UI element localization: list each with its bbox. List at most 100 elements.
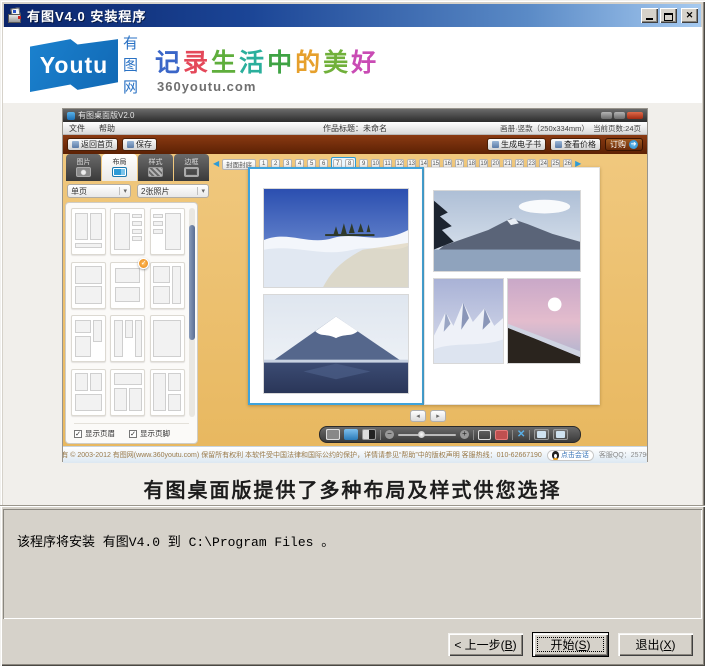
- logo-vertical-char: 网: [123, 77, 138, 98]
- slogan-char: 好: [351, 49, 379, 77]
- photo-snow-peaks: [433, 278, 504, 364]
- photo-moon-dusk: [507, 278, 581, 364]
- maximize-icon: [664, 13, 673, 21]
- save-button: 保存: [122, 138, 157, 151]
- app-close-icon: [627, 112, 643, 119]
- split-view-icon: [362, 429, 376, 440]
- zoom-slider: [398, 434, 456, 436]
- price-icon: [555, 141, 562, 148]
- scrollbar-thumb: [189, 225, 195, 340]
- divider: [0, 505, 705, 507]
- panel-scrollbar: [189, 208, 195, 417]
- slogan-char: 的: [295, 49, 323, 77]
- logo-vertical-char: 有: [123, 33, 138, 54]
- exit-button[interactable]: 退出(X): [618, 633, 693, 656]
- home-button: 返回首页: [67, 138, 118, 151]
- tab-border: 边框: [174, 154, 209, 181]
- layout-thumb: [110, 208, 145, 255]
- start-button[interactable]: 开始(S): [533, 633, 608, 656]
- editor-canvas: 图片 布局 样式 边框 ◀ 封面封底 123456789101112131415…: [63, 154, 647, 446]
- layout-thumb: [150, 369, 185, 416]
- tab-pictures: 图片: [66, 154, 101, 181]
- youtu-logo: Youtu: [30, 38, 118, 92]
- book-spread: [248, 167, 600, 405]
- grid-view-icon: [326, 429, 340, 440]
- setup-icon: [7, 8, 23, 24]
- app-window-title: 有图桌面版V2.0: [78, 110, 134, 121]
- content-area: Youtu 有图网 记录生活中的美好 360youtu.com 有图桌面版V2.…: [3, 27, 702, 505]
- image-view-icon: [344, 429, 358, 440]
- slogan-char: 中: [267, 49, 295, 77]
- prev-spread-icon: ◂: [410, 410, 426, 422]
- zoom-slider-handle: [418, 431, 425, 438]
- page-outline-icon: [478, 430, 491, 440]
- tab-layout: 布局: [102, 154, 137, 181]
- ebook-icon: [492, 141, 499, 148]
- layout-thumb: [110, 369, 145, 416]
- border-icon: [184, 167, 199, 177]
- minimize-icon: [646, 18, 653, 20]
- caret-down-icon: ▾: [197, 187, 205, 195]
- view-toolbar: − + ✕: [319, 426, 581, 443]
- order-button: 订购➜: [605, 138, 643, 151]
- checkbox-icon: ✓: [74, 430, 82, 438]
- layout-thumb: [71, 315, 106, 362]
- show-header-checkbox: ✓显示页眉: [74, 428, 115, 439]
- camera-icon: [76, 167, 91, 177]
- layout-thumb: [110, 315, 145, 362]
- right-page: [424, 167, 600, 405]
- slogan-text: 记录生活中的美好: [155, 43, 379, 79]
- photo-add-icon: [553, 429, 568, 440]
- sidebar-tabs: 图片 布局 样式 边框: [66, 154, 209, 181]
- layouts-panel: ✓ ✓显示页眉 ✓显示页脚: [65, 202, 198, 444]
- photo-mount-fuji: [263, 294, 409, 394]
- title-bar: 有图V4.0 安装程序 ✕: [4, 4, 701, 27]
- layout-thumbnails: ✓: [69, 206, 187, 419]
- photo-count-select: 2张照片▾: [137, 184, 209, 198]
- fit-view-icon: ✕: [517, 429, 525, 440]
- install-message-panel: 该程序将安装 有图V4.0 到 C:\Program Files 。: [3, 509, 702, 619]
- menu-file: 文件: [69, 123, 85, 134]
- home-icon: [72, 141, 79, 148]
- layout-filters: 单页▾ 2张照片▾: [67, 184, 209, 198]
- close-button[interactable]: ✕: [681, 8, 698, 23]
- price-button: 查看价格: [550, 138, 601, 151]
- layout-thumb: ✓: [110, 262, 145, 309]
- style-icon: [148, 167, 163, 177]
- layout-thumb: [150, 208, 185, 255]
- button-row: < 上一步(B) 开始(S) 退出(X): [0, 633, 705, 656]
- strip-left-arrow-icon: ◀: [213, 159, 219, 169]
- qq-number-text: 客服QQ：2579629763: [599, 450, 647, 460]
- spread-nav: ◂ ▸: [410, 410, 446, 422]
- order-arrow-icon: ➜: [629, 140, 638, 149]
- photo-snow-slope: [263, 188, 409, 288]
- qq-chat-button: 点击会话: [547, 450, 594, 461]
- installer-window: 有图V4.0 安装程序 ✕ Youtu 有图网 记录生活中的美好 360yout…: [0, 0, 705, 666]
- photo-tool-icon: [534, 429, 549, 440]
- caret-down-icon: ▾: [119, 187, 127, 195]
- layout-icon: [112, 167, 127, 177]
- layout-thumb: [71, 262, 106, 309]
- screenshot-toolbar: 返回首页 保存 生成电子书 查看价格 订购➜: [63, 135, 647, 154]
- slogan-char: 生: [211, 49, 239, 77]
- show-footer-checkbox: ✓显示页脚: [129, 428, 170, 439]
- maximize-button[interactable]: [660, 8, 677, 23]
- logo-word: Youtu: [40, 52, 108, 79]
- layout-thumb: [150, 315, 185, 362]
- layout-thumb: [150, 262, 185, 309]
- selected-layout-check-icon: ✓: [138, 258, 149, 269]
- menu-help: 帮助: [99, 123, 115, 134]
- brand-band: Youtu 有图网 记录生活中的美好 360youtu.com: [3, 27, 702, 103]
- page-type-select: 单页▾: [67, 184, 131, 198]
- install-message: 该程序将安装 有图V4.0 到 C:\Program Files 。: [17, 531, 334, 550]
- tab-style: 样式: [138, 154, 173, 181]
- slogan-char: 活: [239, 49, 267, 77]
- checkbox-icon: ✓: [129, 430, 137, 438]
- close-icon: ✕: [686, 9, 694, 22]
- logo-vertical-text: 有图网: [123, 33, 138, 98]
- logo-vertical-char: 图: [123, 55, 138, 76]
- back-button[interactable]: < 上一步(B): [448, 633, 523, 656]
- slogan-char: 美: [323, 49, 351, 77]
- minimize-button[interactable]: [641, 8, 658, 23]
- screenshot-menu-bar: 文件 帮助 作品标题：未命名 画册·竖款（250x334mm） 当前页数:24页: [63, 122, 647, 135]
